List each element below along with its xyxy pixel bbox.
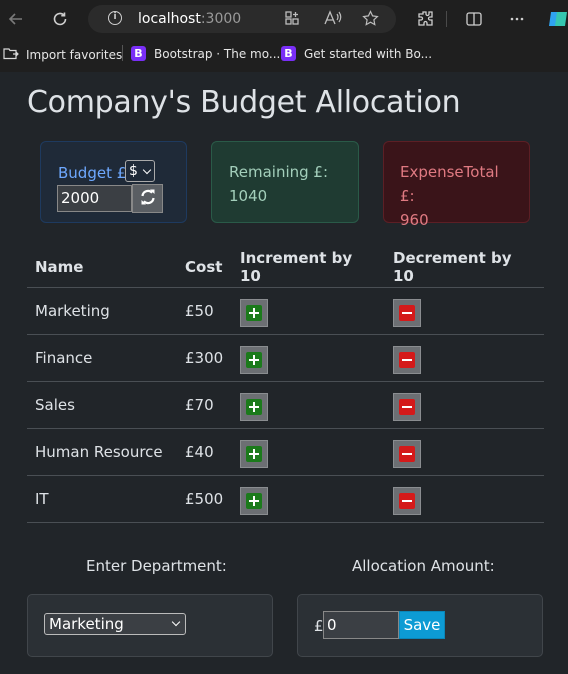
browser-chrome: i localhost:3000 Import favorites B Boot… [0, 0, 568, 72]
department-select[interactable]: Marketing [44, 613, 186, 635]
favorite-label: Import favorites [26, 47, 123, 62]
decrement-button[interactable] [393, 393, 421, 421]
department-cost: £300 [177, 334, 232, 382]
info-icon[interactable]: i [108, 11, 122, 25]
favorite-label: Get started with Bo... [304, 46, 433, 61]
back-icon[interactable] [4, 7, 28, 31]
read-aloud-icon[interactable] [324, 10, 342, 30]
department-cost: £500 [177, 475, 232, 523]
allocation-table: Name Cost Increment by 10 Decrement by 1… [27, 247, 544, 523]
column-header-decrement: Decrement by 10 [385, 247, 544, 288]
budget-input[interactable]: 2000 [57, 185, 132, 212]
page-title: Company's Budget Allocation [27, 85, 461, 120]
minus-icon [399, 446, 415, 462]
table-row: Sales £70 [27, 381, 544, 429]
department-name: Finance [27, 334, 177, 382]
bootstrap-logo-icon: B [281, 46, 296, 61]
department-name: Sales [27, 381, 177, 429]
expense-value: 960 [400, 211, 429, 229]
department-cost: £70 [177, 381, 232, 429]
table-row: IT £500 [27, 475, 544, 523]
plus-icon [246, 493, 262, 509]
decrement-button[interactable] [393, 346, 421, 374]
remaining-value: 1040 [229, 187, 268, 205]
save-button[interactable]: Save [399, 611, 445, 639]
department-name: IT [27, 475, 177, 523]
url-port: :3000 [200, 11, 242, 27]
decrement-button[interactable] [393, 440, 421, 468]
department-name: Marketing [27, 287, 177, 335]
bootstrap-logo-icon: B [131, 46, 146, 61]
budget-card: Budget £ $ 2000 [40, 141, 187, 223]
import-favorites-icon [3, 46, 19, 63]
budget-label: Budget £ [58, 164, 127, 182]
increment-button[interactable] [240, 299, 268, 327]
favorite-star-icon[interactable] [362, 10, 379, 31]
currency-value: $ [129, 163, 138, 179]
app-page: Company's Budget Allocation Budget £ $ 2… [0, 72, 568, 674]
remaining-card: Remaining £: 1040 [211, 141, 359, 223]
department-label: Enter Department: [86, 557, 227, 575]
update-budget-button[interactable] [132, 184, 163, 213]
minus-icon [399, 352, 415, 368]
decrement-button[interactable] [393, 487, 421, 515]
plus-icon [246, 305, 262, 321]
favorites-bar: Import favorites B Bootstrap · The mo...… [0, 40, 568, 68]
currency-select[interactable]: $ [125, 160, 155, 182]
expense-card: ExpenseTotal £: 960 [383, 141, 530, 229]
browser-toolbar: i localhost:3000 [0, 0, 568, 38]
column-header-increment: Increment by 10 [232, 247, 385, 288]
department-selected-value: Marketing [49, 615, 124, 633]
allocation-panel: £ 0 Save [297, 594, 543, 657]
extensions-icon[interactable] [413, 7, 437, 31]
sync-icon [139, 188, 157, 210]
increment-button[interactable] [240, 487, 268, 515]
table-row: Human Resource £40 [27, 428, 544, 476]
copilot-icon[interactable] [546, 7, 568, 31]
increment-button[interactable] [240, 393, 268, 421]
more-menu-icon[interactable] [505, 7, 529, 31]
toolbar-divider [446, 11, 447, 27]
department-cost: £50 [177, 287, 232, 335]
table-row: Finance £300 [27, 334, 544, 382]
increment-button[interactable] [240, 346, 268, 374]
decrement-button[interactable] [393, 299, 421, 327]
plus-icon [246, 446, 262, 462]
favorite-bootstrap[interactable]: B Bootstrap · The mo... [131, 46, 280, 61]
minus-icon [399, 493, 415, 509]
department-name: Human Resource [27, 428, 177, 476]
plus-icon [246, 399, 262, 415]
expense-label: ExpenseTotal £: [400, 163, 499, 205]
refresh-icon[interactable] [48, 7, 72, 31]
favorite-import[interactable]: Import favorites [3, 46, 122, 63]
table-row: Marketing £50 [27, 287, 544, 335]
url-host: localhost [138, 11, 201, 27]
department-panel: Marketing [27, 594, 273, 657]
favorites-divider [122, 45, 123, 61]
department-cost: £40 [177, 428, 232, 476]
plus-icon [246, 352, 262, 368]
column-header-name: Name [27, 247, 177, 288]
increment-button[interactable] [240, 440, 268, 468]
allocation-amount-input[interactable]: 0 [323, 611, 399, 639]
app-available-icon[interactable] [284, 10, 300, 30]
favorite-get-started[interactable]: B Get started with Bo... [281, 46, 432, 61]
split-screen-icon[interactable] [462, 7, 486, 31]
allocation-amount-label: Allocation Amount: [352, 557, 495, 575]
remaining-label: Remaining £: [229, 163, 329, 181]
minus-icon [399, 305, 415, 321]
table-header-row: Name Cost Increment by 10 Decrement by 1… [27, 247, 544, 288]
column-header-cost: Cost [177, 247, 232, 288]
minus-icon [399, 399, 415, 415]
favorite-label: Bootstrap · The mo... [154, 46, 281, 61]
address-bar[interactable]: i localhost:3000 [88, 5, 396, 33]
